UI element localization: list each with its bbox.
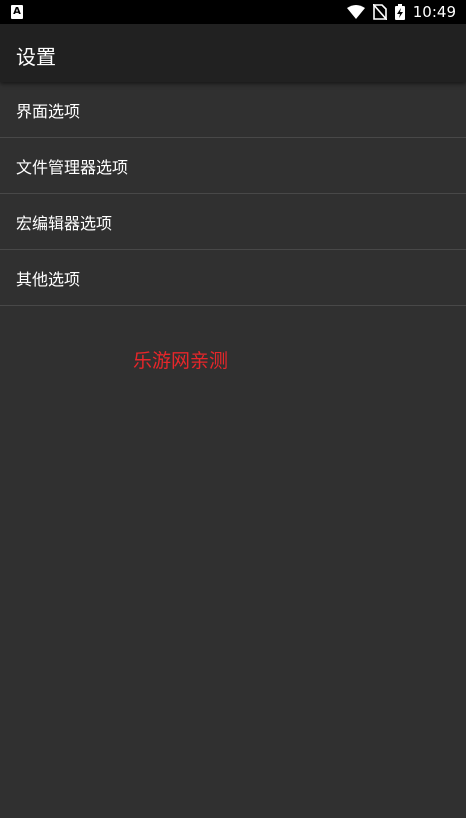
- watermark-text: 乐游网亲测: [133, 350, 229, 372]
- wifi-icon: [346, 5, 365, 19]
- settings-item-label: 文件管理器选项: [16, 157, 129, 177]
- notification-app-icon: A: [11, 5, 23, 19]
- page-title: 设置: [16, 45, 56, 69]
- app-bar: 设置: [0, 24, 466, 82]
- settings-item-macro-editor[interactable]: 宏编辑器选项: [0, 194, 466, 250]
- settings-item-other[interactable]: 其他选项: [0, 250, 466, 306]
- no-sim-icon: [372, 4, 387, 20]
- settings-item-label: 其他选项: [16, 269, 81, 289]
- settings-item-label: 宏编辑器选项: [16, 213, 113, 233]
- settings-item-interface[interactable]: 界面选项: [0, 82, 466, 138]
- clock: 10:49: [412, 3, 456, 21]
- battery-charging-icon: [394, 4, 405, 20]
- settings-item-label: 界面选项: [16, 101, 81, 121]
- status-bar: A 10:49: [0, 0, 466, 24]
- status-icons: 10:49: [346, 0, 456, 24]
- settings-item-file-manager[interactable]: 文件管理器选项: [0, 138, 466, 194]
- settings-list: 界面选项 文件管理器选项 宏编辑器选项 其他选项: [0, 82, 466, 306]
